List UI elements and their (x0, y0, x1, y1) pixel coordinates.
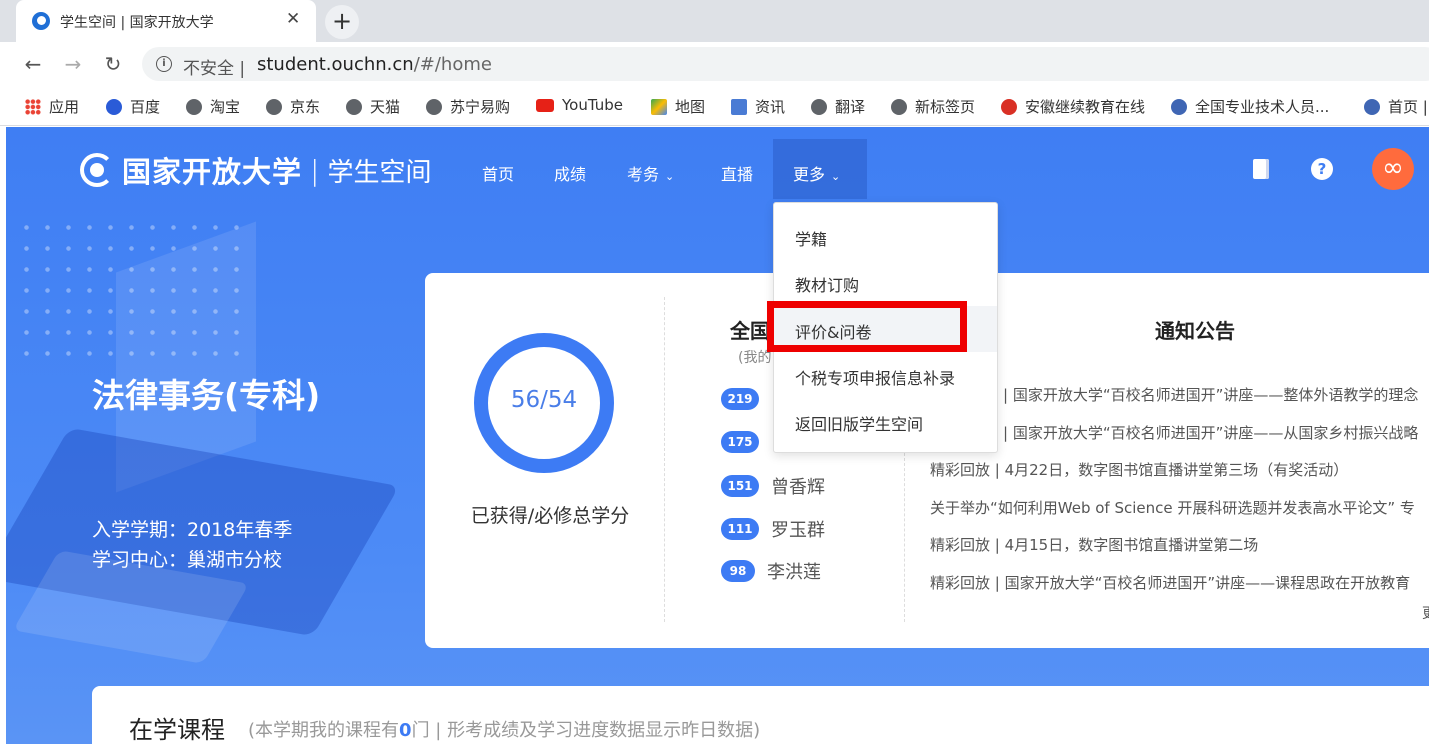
nav-live[interactable]: 直播 (721, 161, 753, 185)
info-icon[interactable]: i (156, 56, 172, 72)
nav-home[interactable]: 首页 (482, 161, 514, 185)
menu-item-tax-info[interactable]: 个税专项申报信息补录 (774, 352, 997, 398)
bookmark-taobao[interactable]: 淘宝 (186, 96, 240, 117)
url-field[interactable]: i 不安全 | student.ouchn.cn/#/home (142, 47, 1429, 81)
avatar[interactable]: ∞ (1372, 148, 1414, 190)
notice-item[interactable]: | 国家开放大学“百校名师进国开”讲座——整体外语教学的理念 (1003, 384, 1418, 405)
globe-icon (426, 98, 442, 115)
notice-item[interactable]: 精彩回放 | 4月22日，数字图书馆直播讲堂第三场（有奖活动） (930, 459, 1348, 480)
bookmark-anhui[interactable]: 安徽继续教育在线 (1001, 96, 1145, 117)
emblem-icon (1171, 98, 1187, 115)
notice-item[interactable]: | 国家开放大学“百校名师进国开”讲座——从国家乡村振兴战略 (1003, 422, 1418, 443)
ouchn-favicon-icon (32, 12, 50, 30)
globe-icon (266, 98, 282, 115)
bookmark-apps[interactable]: 应用 (25, 96, 79, 117)
globe-icon (186, 98, 202, 115)
notice-item[interactable]: 精彩回放 | 4月15日，数字图书馆直播讲堂第二场 (930, 534, 1258, 555)
menu-item-student-status[interactable]: 学籍 (774, 213, 997, 259)
divider (664, 297, 665, 622)
enroll-term: 入学学期：2018年春季 (92, 519, 293, 541)
bookmark-suning[interactable]: 苏宁易购 (426, 96, 510, 117)
red-logo-icon (1001, 98, 1017, 115)
url-text[interactable]: student.ouchn.cn/#/home (257, 54, 492, 75)
chevron-down-icon: ⌄ (665, 170, 675, 183)
tab-title: 学生空间 | 国家开放大学 (60, 15, 214, 31)
bookmark-translate[interactable]: 翻译 (811, 96, 865, 117)
browser-tab[interactable]: 学生空间 | 国家开放大学 ✕ (16, 0, 316, 42)
address-bar: ← → ↻ i 不安全 | student.ouchn.cn/#/home (0, 42, 1429, 86)
new-tab-button[interactable]: + (325, 5, 359, 39)
nav-more[interactable]: 更多 ⌄ (773, 139, 867, 199)
globe-icon (811, 98, 827, 115)
nav-exams[interactable]: 考务 ⌄ (627, 161, 674, 185)
globe-icon (891, 98, 907, 115)
notice-item[interactable]: 关于举办“如何利用Web of Science 开展科研选题并发表高水平论文” … (930, 497, 1415, 518)
notice-title: 通知公告 (1155, 319, 1235, 343)
baidu-paw-icon (106, 98, 122, 115)
credits-label: 已获得/必修总学分 (470, 505, 630, 527)
bookmarks-bar: 应用 百度 淘宝 京东 天猫 苏宁易购 YouTube 地图 资讯 翻译 新标签… (0, 86, 1429, 126)
menu-item-old-version[interactable]: 返回旧版学生空间 (774, 398, 997, 444)
learning-center: 学习中心：巢湖市分校 (92, 549, 283, 571)
notice-item[interactable]: 精彩回放 | 国家开放大学“百校名师进国开”讲座——课程思政在开放教育 (930, 572, 1410, 593)
ranking-row: 219 (721, 388, 771, 410)
chevron-down-icon: ⌄ (831, 170, 841, 183)
ranking-row: 111 罗玉群 (721, 516, 825, 542)
apps-grid-icon (25, 98, 41, 115)
ranking-row: 151 曾香辉 (721, 473, 825, 499)
bookmark-tmall[interactable]: 天猫 (346, 96, 400, 117)
nav-grades[interactable]: 成绩 (554, 161, 586, 185)
insecure-label: 不安全 | (183, 59, 246, 79)
tab-close-icon[interactable]: ✕ (286, 9, 300, 29)
major-title: 法律事务(专科) (92, 376, 321, 415)
ranking-title: 全国 (730, 319, 770, 343)
bookmark-youtube[interactable]: YouTube (536, 96, 623, 114)
back-icon[interactable]: ← (21, 52, 45, 76)
reload-icon[interactable]: ↻ (101, 52, 125, 76)
news-icon (731, 98, 747, 115)
credits-value: 56/54 (510, 387, 578, 413)
courses-panel: 在学课程 (本学期我的课程有0门 | 形考成绩及学习进度数据显示昨日数据) (92, 686, 1429, 744)
bookmark-news[interactable]: 资讯 (731, 96, 785, 117)
notice-more-link[interactable]: 更 (1422, 603, 1429, 623)
menu-item-textbook-order[interactable]: 教材订购 (774, 259, 997, 305)
highlight-box (767, 301, 967, 352)
ouchn-logo-icon (80, 153, 114, 187)
page-body: 国家开放大学 | 学生空间 首页 成绩 考务 ⌄ 直播 更多 ⌄ ? ∞ 法律事务(… (6, 127, 1429, 744)
bookmark-baidu[interactable]: 百度 (106, 96, 160, 117)
help-icon[interactable]: ? (1311, 158, 1333, 180)
bookmark-newtab[interactable]: 新标签页 (891, 96, 975, 117)
bookmark-national[interactable]: 全国专业技术人员... (1171, 96, 1329, 117)
ouchn-logo-icon (1364, 98, 1380, 115)
courses-subtitle: (本学期我的课程有0门 | 形考成绩及学习进度数据显示昨日数据) (248, 720, 761, 741)
book-icon[interactable] (1253, 159, 1269, 179)
site-logo[interactable]: 国家开放大学 | 学生空间 (80, 149, 431, 191)
youtube-icon (536, 98, 554, 112)
globe-icon (346, 98, 362, 115)
browser-tabstrip: 学生空间 | 国家开放大学 ✕ + (0, 0, 1429, 42)
ranking-row: 175 (721, 431, 771, 453)
bookmark-maps[interactable]: 地图 (651, 96, 705, 117)
maps-icon (651, 98, 667, 115)
bookmark-jd[interactable]: 京东 (266, 96, 320, 117)
ranking-row: 98 李洪莲 (721, 558, 821, 584)
forward-icon[interactable]: → (61, 52, 85, 76)
bookmark-home[interactable]: 首页 | (1364, 96, 1428, 117)
courses-title: 在学课程 (129, 716, 225, 744)
